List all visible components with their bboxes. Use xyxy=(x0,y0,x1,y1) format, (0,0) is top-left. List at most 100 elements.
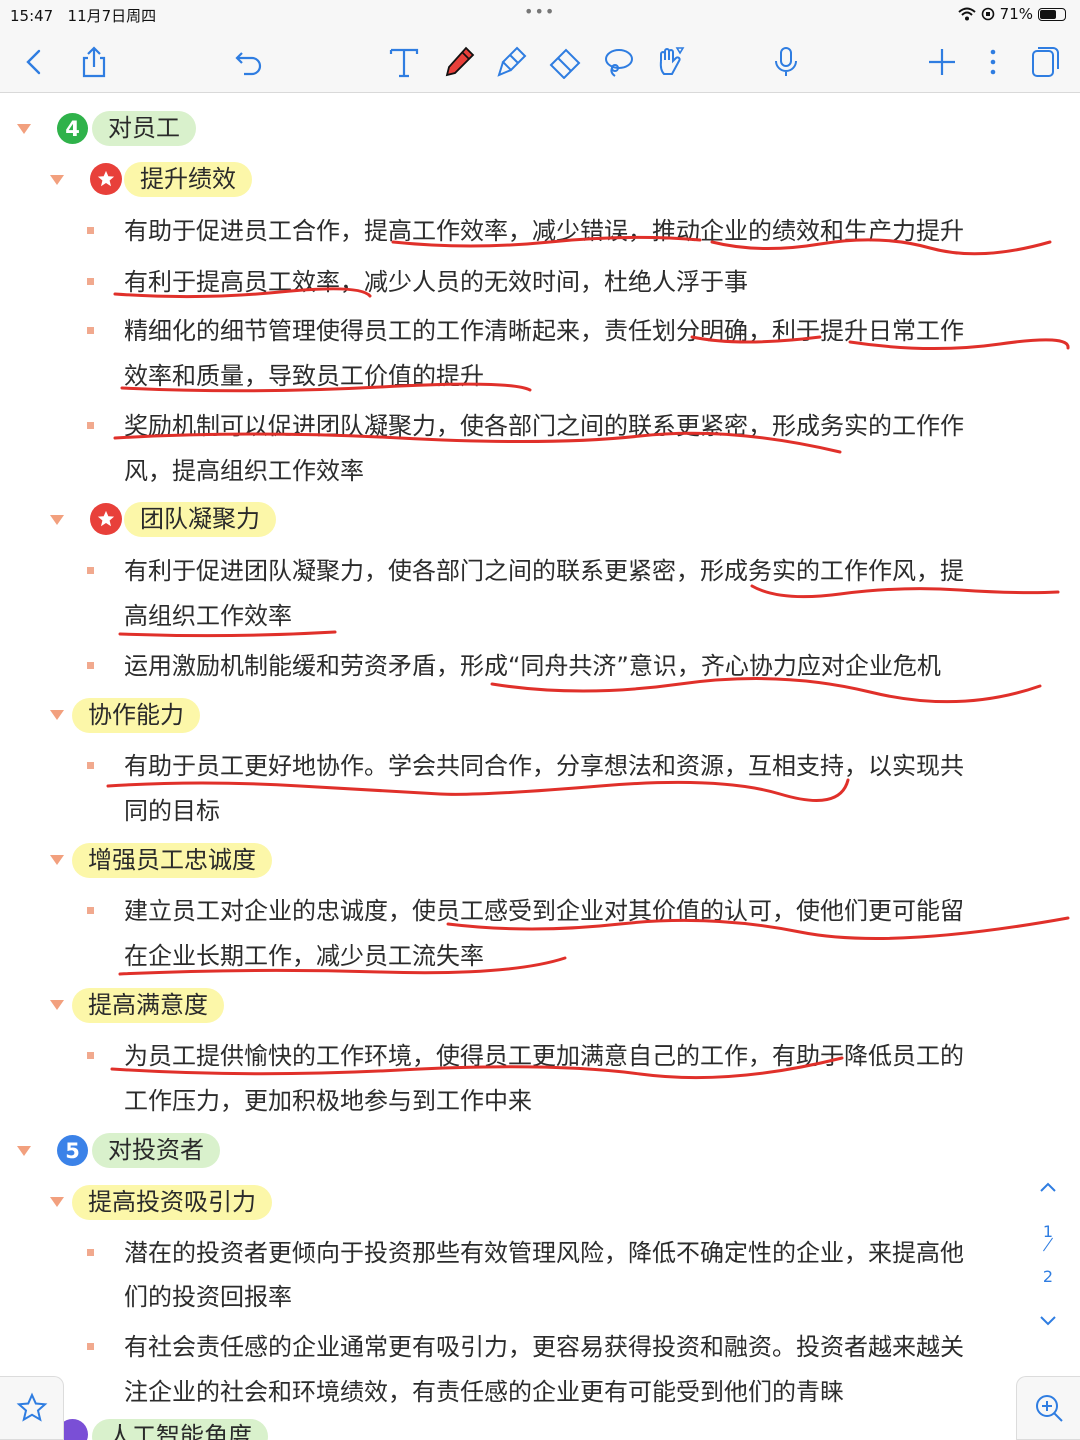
bullet-text[interactable]: 潜在的投资者更倾向于投资那些有效管理风险，降低不确定性的企业，来提高他 xyxy=(124,1238,964,1268)
undo-icon xyxy=(235,52,262,76)
bullet-text-continued[interactable]: 高组织工作效率 xyxy=(124,601,292,631)
section-title-employees[interactable]: 对员工 xyxy=(92,111,196,146)
bullet-text-continued[interactable]: 工作压力，更加积极地参与到工作中来 xyxy=(124,1086,532,1116)
star-icon xyxy=(97,510,115,527)
bullet-marker xyxy=(87,907,94,914)
bullet-marker xyxy=(87,1249,94,1256)
bullet-text-continued[interactable]: 注企业的社会和环境绩效，有责任感的企业更有可能受到他们的青睐 xyxy=(124,1377,844,1407)
text-tool-button[interactable] xyxy=(386,44,422,80)
highlighter-icon xyxy=(497,46,527,77)
bullet-text[interactable]: 有助于员工更好地协作。学会共同合作，分享想法和资源，互相支持，以实现共 xyxy=(124,751,964,781)
back-button[interactable] xyxy=(16,44,52,80)
bullet-text[interactable]: 建立员工对企业的忠诚度，使员工感受到企业对其价值的认可，使他们更可能留 xyxy=(124,896,964,926)
outline-canvas[interactable]: 4 对员工 提升绩效 有助于促进员工合作，提高工作效率，减少错误，推动企业的绩效… xyxy=(0,92,1080,1440)
wifi-icon xyxy=(957,7,976,21)
topic-title-invest[interactable]: 提高投资吸引力 xyxy=(72,1185,272,1220)
lasso-tool-button[interactable] xyxy=(600,44,636,80)
bullet-marker xyxy=(87,422,94,429)
battery-percent: 71% xyxy=(999,5,1033,23)
star-icon xyxy=(97,170,115,187)
shape-tool-button[interactable] xyxy=(652,44,688,80)
more-icon xyxy=(990,49,996,75)
bullet-marker xyxy=(87,762,94,769)
bullet-text-continued[interactable]: 效率和质量，导致员工价值的提升 xyxy=(124,361,484,391)
shape-hand-icon xyxy=(659,47,685,75)
page-up-icon[interactable] xyxy=(1038,1180,1058,1194)
bullet-text[interactable]: 运用激励机制能缓和劳资矛盾，形成“同舟共济”意识，齐心协力应对企业危机 xyxy=(124,651,941,681)
record-audio-button[interactable] xyxy=(768,44,804,80)
eraser-tool-button[interactable] xyxy=(547,44,583,80)
battery-fill xyxy=(1040,9,1056,19)
status-date: 11月7日周四 xyxy=(67,7,157,25)
collapse-toggle-satis[interactable] xyxy=(50,1000,64,1010)
bullet-text[interactable]: 有利于提高员工效率，减少人员的无效时间，杜绝人浮于事 xyxy=(124,267,748,297)
section-number-badge: 4 xyxy=(57,113,88,144)
favorite-button[interactable] xyxy=(0,1376,64,1440)
section-title-investors[interactable]: 对投资者 xyxy=(92,1133,220,1168)
total-pages: 2 xyxy=(1042,1267,1054,1286)
star-outline-icon xyxy=(16,1392,47,1422)
bullet-text[interactable]: 有利于促进团队凝聚力，使各部门之间的联系更紧密，形成务实的工作作风，提 xyxy=(124,556,964,586)
multitasking-dots[interactable]: ••• xyxy=(524,2,555,21)
status-time: 15:47 11月7日周四 xyxy=(10,7,157,25)
chevron-left-icon xyxy=(26,49,41,75)
highlighter-tool-button[interactable] xyxy=(494,44,530,80)
status-bar: 15:47 11月7日周四 ••• 71% xyxy=(0,0,1080,30)
share-icon xyxy=(82,46,106,78)
eraser-icon xyxy=(549,48,581,79)
pages-button[interactable] xyxy=(1026,44,1062,80)
zoom-in-icon xyxy=(1035,1395,1063,1422)
bullet-text[interactable]: 有社会责任感的企业通常更有吸引力，更容易获得投资和融资。投资者越来越关 xyxy=(124,1332,964,1362)
topic-title-team[interactable]: 团队凝聚力 xyxy=(124,502,276,537)
bullet-text[interactable]: 精细化的细节管理使得员工的工作清晰起来，责任划分明确，利于提升日常工作 xyxy=(124,316,964,346)
collapse-toggle-perf[interactable] xyxy=(50,175,64,185)
star-badge xyxy=(90,503,122,535)
page-down-icon[interactable] xyxy=(1038,1314,1058,1328)
bullet-text-continued[interactable]: 们的投资回报率 xyxy=(124,1282,292,1312)
zoom-in-button[interactable] xyxy=(1016,1376,1080,1440)
collapse-toggle-section4[interactable] xyxy=(17,124,31,134)
star-badge xyxy=(90,163,122,195)
ink-stroke xyxy=(118,630,337,638)
bullet-text[interactable]: 有助于促进员工合作，提高工作效率，减少错误，推动企业的绩效和生产力提升 xyxy=(124,216,964,246)
more-button[interactable] xyxy=(975,44,1011,80)
add-button[interactable] xyxy=(924,44,960,80)
ink-stroke xyxy=(490,677,1042,704)
topic-title-perf[interactable]: 提升绩效 xyxy=(124,162,252,197)
undo-button[interactable] xyxy=(231,44,267,80)
collapse-toggle-coop[interactable] xyxy=(50,710,64,720)
collapse-toggle-invest[interactable] xyxy=(50,1197,64,1207)
microphone-icon xyxy=(775,47,797,76)
bullet-marker xyxy=(87,1052,94,1059)
current-page: 1 xyxy=(1042,1222,1054,1241)
bullet-text[interactable]: 为员工提供愉快的工作环境，使得员工更加满意自己的工作，有助于降低员工的 xyxy=(124,1041,964,1071)
collapse-toggle-loyal[interactable] xyxy=(50,855,64,865)
bullet-text-continued[interactable]: 在企业长期工作，减少员工流失率 xyxy=(124,941,484,971)
orientation-lock-icon xyxy=(981,7,994,21)
pages-icon xyxy=(1032,47,1059,77)
bullet-marker xyxy=(87,327,94,334)
section-title-ai[interactable]: 人工智能角度 xyxy=(92,1419,268,1440)
toolbar xyxy=(0,30,1080,93)
text-tool-icon xyxy=(389,48,419,78)
topic-title-satis[interactable]: 提高满意度 xyxy=(72,988,224,1023)
collapse-toggle-team[interactable] xyxy=(50,515,64,525)
bullet-text-continued[interactable]: 风，提高组织工作效率 xyxy=(124,456,364,486)
bullet-marker xyxy=(87,662,94,669)
plus-icon xyxy=(929,49,955,75)
bullet-text[interactable]: 奖励机制可以促进团队凝聚力，使各部门之间的联系更紧密，形成务实的工作作 xyxy=(124,411,964,441)
pen-tool-button[interactable] xyxy=(441,44,477,80)
share-button[interactable] xyxy=(76,44,112,80)
battery-icon xyxy=(1038,7,1066,21)
topic-title-loyal[interactable]: 增强员工忠诚度 xyxy=(72,843,272,878)
bullet-marker xyxy=(87,1343,94,1350)
collapse-toggle-section5[interactable] xyxy=(17,1146,31,1156)
status-indicators: 71% xyxy=(957,5,1066,23)
topic-title-coop[interactable]: 协作能力 xyxy=(72,698,200,733)
bullet-text-continued[interactable]: 同的目标 xyxy=(124,796,220,826)
bullet-marker xyxy=(87,567,94,574)
bullet-marker xyxy=(87,227,94,234)
ink-stroke xyxy=(750,584,1060,599)
section-number-badge: 5 xyxy=(57,1135,88,1166)
lasso-icon xyxy=(605,49,633,77)
